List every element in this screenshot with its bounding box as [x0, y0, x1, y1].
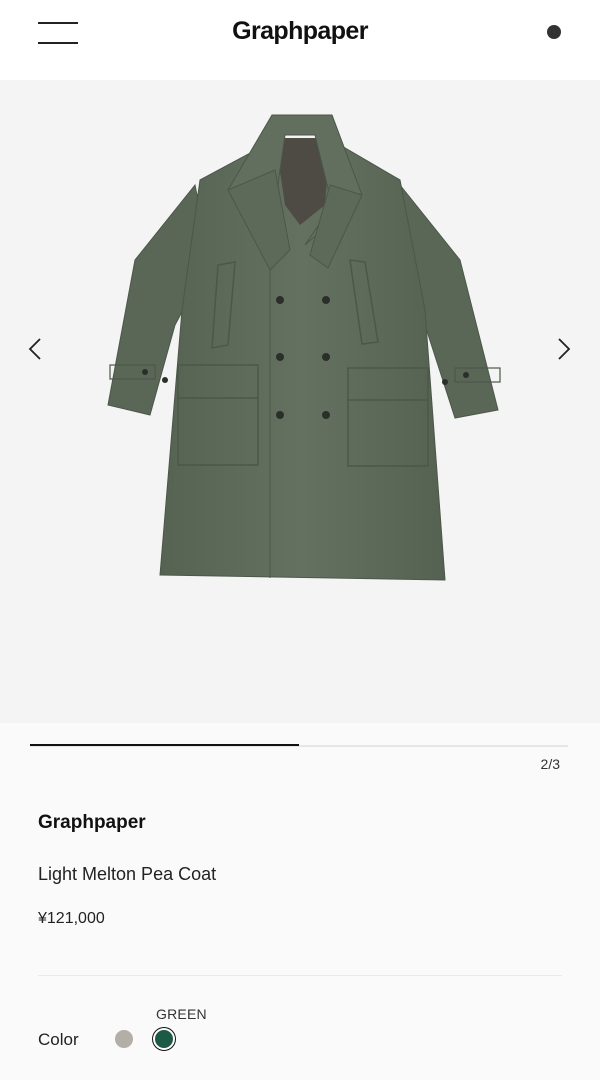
color-label: Color	[38, 1030, 79, 1049]
selected-color-name: GREEN	[156, 1006, 207, 1022]
product-brand[interactable]: Graphpaper	[38, 812, 146, 834]
site-logo[interactable]: Graphpaper	[0, 17, 600, 46]
gallery-pager: 2/3	[540, 756, 560, 772]
site-header: Graphpaper	[0, 0, 600, 80]
dot-icon	[547, 25, 561, 39]
chevron-left-icon[interactable]	[22, 335, 50, 363]
gallery-progress-fill	[30, 744, 299, 746]
product-page: Graphpaper 2/3 Graphpaper Light Melton P…	[0, 0, 600, 1080]
color-swatch-green[interactable]	[155, 1030, 173, 1048]
product-image-gallery[interactable]	[0, 80, 600, 723]
color-swatch-grey[interactable]	[115, 1030, 133, 1048]
product-name: Light Melton Pea Coat	[38, 864, 217, 884]
chevron-right-icon[interactable]	[549, 335, 577, 363]
product-price: ¥121,000	[38, 910, 105, 927]
gallery-progress-track	[30, 744, 568, 747]
divider	[38, 975, 562, 976]
product-image	[107, 114, 501, 581]
